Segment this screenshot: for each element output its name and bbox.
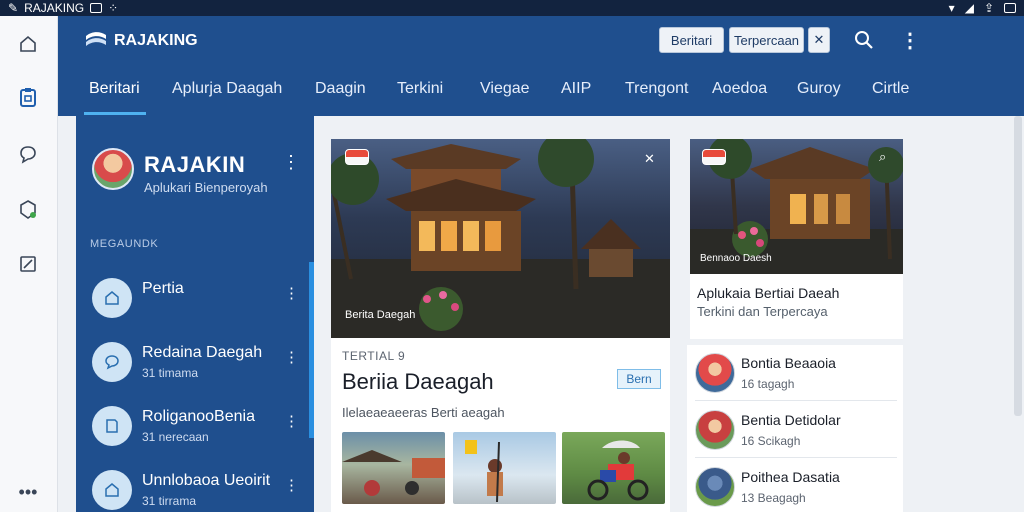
more-icon[interactable]: ••• bbox=[14, 478, 42, 506]
list-item[interactable]: Poithea Dasatia 13 Beagagh bbox=[695, 461, 897, 512]
sidebar-item-meta: 31 nerecaan bbox=[142, 430, 209, 444]
bookmark-button[interactable]: ✕ bbox=[808, 27, 830, 53]
avatar[interactable] bbox=[92, 148, 134, 190]
item-more-icon[interactable]: ⋮ bbox=[284, 284, 299, 302]
tab-terkini[interactable]: Terkini bbox=[397, 80, 443, 98]
sidebar-item-meta: 31 tirrama bbox=[142, 494, 197, 508]
sidebar-item-meta: 31 timama bbox=[142, 366, 199, 380]
side-card-subtitle: Terkini dan Terpercaya bbox=[697, 304, 828, 319]
sidebar-item-title: Unnlobaoa Ueoirit bbox=[142, 472, 271, 489]
side-hero-caption: Bennaoo Daesh bbox=[700, 253, 772, 264]
signal-icon: ◢ bbox=[964, 1, 974, 15]
berita-button[interactable]: Beritari bbox=[659, 27, 724, 53]
tab-aplurja-daagah[interactable]: Aplurja Daagah bbox=[172, 80, 282, 98]
search-small-icon[interactable]: ⌕ bbox=[879, 149, 886, 165]
sidebar-item-title: RoliganooBenia bbox=[142, 408, 255, 425]
notification-icon bbox=[90, 3, 103, 13]
sidebar-title: RAJAKIN bbox=[144, 152, 246, 177]
app-glyph-icon: ✎ bbox=[8, 1, 19, 15]
list-item-photo bbox=[695, 410, 735, 450]
sidebar-scrollbar[interactable] bbox=[309, 262, 314, 438]
nav-rail: ••• bbox=[0, 16, 58, 512]
status-bar: ✎ RAJAKING ⁘ ▾ ◢ ⇪ bbox=[0, 0, 1024, 16]
home-outline-icon bbox=[92, 278, 132, 318]
tab-cirtle[interactable]: Cirtle bbox=[872, 80, 909, 98]
sidebar-item-redaina[interactable]: Redaina Daegah 31 timama ⋮ bbox=[92, 342, 302, 386]
news-list: Bontia Beaaoia 16 tagagh Bentia Detidola… bbox=[687, 345, 903, 512]
list-item-title: Bentia Detidolar bbox=[741, 412, 841, 428]
tab-guroy[interactable]: Guroy bbox=[797, 80, 841, 98]
sidebar-item-unnlobaoa[interactable]: Unnlobaoa Ueoirit 31 tirrama ⋮ bbox=[92, 470, 302, 512]
terpercaya-button[interactable]: Terpercaan bbox=[729, 27, 804, 53]
thumbnail-image[interactable] bbox=[453, 432, 556, 504]
list-item-photo bbox=[695, 353, 735, 393]
list-item-title: Poithea Dasatia bbox=[741, 469, 840, 485]
flag-icon bbox=[702, 149, 726, 165]
brand-logo-icon bbox=[86, 32, 106, 46]
tab-aiip[interactable]: AIIP bbox=[561, 80, 591, 98]
chat-icon[interactable] bbox=[14, 140, 42, 168]
chat-outline-icon bbox=[92, 342, 132, 382]
sidebar-more-icon[interactable]: ⋮ bbox=[282, 152, 300, 173]
list-item[interactable]: Bontia Beaaoia 16 tagagh bbox=[695, 347, 897, 401]
sidebar-item-religi[interactable]: RoliganooBenia 31 nerecaan ⋮ bbox=[92, 406, 302, 450]
sidebar-panel: RAJAKIN Aplukari Bienperoyah ⋮ MEGAUNDK … bbox=[76, 116, 314, 512]
list-item-meta: 16 tagagh bbox=[741, 377, 795, 391]
article-tag: TERTIAL 9 bbox=[342, 349, 406, 363]
sidebar-item-pertia[interactable]: Pertia ⋮ bbox=[92, 278, 302, 322]
thumbnail-image[interactable] bbox=[342, 432, 445, 504]
tab-bar: Beritari Aplurja Daagah Daagin Terkini V… bbox=[58, 72, 1024, 116]
share-icon[interactable]: ✕ bbox=[644, 151, 655, 167]
tab-trengont[interactable]: Trengont bbox=[625, 80, 688, 98]
hero-caption: Berita Daegah bbox=[345, 309, 416, 321]
edit-box-icon[interactable] bbox=[14, 250, 42, 278]
list-item[interactable]: Bentia Detidolar 16 Scikagh bbox=[695, 404, 897, 458]
tab-beritari[interactable]: Beritari bbox=[89, 80, 140, 98]
brand[interactable]: RAJAKING bbox=[84, 30, 198, 52]
item-more-icon[interactable]: ⋮ bbox=[284, 348, 299, 366]
home-icon[interactable] bbox=[14, 30, 42, 58]
list-item-meta: 13 Beagagh bbox=[741, 491, 806, 505]
divider bbox=[695, 400, 897, 401]
upload-icon: ⇪ bbox=[983, 1, 994, 15]
hero-image[interactable]: ✕ Berita Daegah bbox=[331, 139, 670, 338]
page-scrollbar[interactable] bbox=[1014, 116, 1022, 416]
list-item-meta: 16 Scikagh bbox=[741, 434, 801, 448]
home-outline-icon bbox=[92, 470, 132, 510]
kebab-menu-icon[interactable]: ⋮ bbox=[900, 28, 920, 53]
status-app-name: RAJAKING bbox=[24, 1, 85, 15]
clipboard-icon[interactable] bbox=[14, 83, 42, 111]
flag-icon bbox=[345, 149, 369, 165]
brand-name: RAJAKING bbox=[114, 32, 198, 49]
sidebar-item-title: Pertia bbox=[142, 280, 184, 297]
badge-icon[interactable] bbox=[14, 196, 42, 224]
tab-aoedoa[interactable]: Aoedoa bbox=[712, 80, 767, 98]
sidebar-item-title: Redaina Daegah bbox=[142, 344, 263, 361]
article-title[interactable]: Beriia Daeagah bbox=[342, 369, 494, 395]
thumbnail-image[interactable] bbox=[562, 432, 665, 504]
settings-small-icon: ⁘ bbox=[108, 1, 119, 15]
tab-daagin[interactable]: Daagin bbox=[315, 80, 366, 98]
side-news-card[interactable]: ⌕ Bennaoo Daesh Aplukaia Bertiai Daeah T… bbox=[690, 139, 903, 339]
wifi-icon: ▾ bbox=[948, 1, 955, 15]
side-hero-image[interactable]: ⌕ Bennaoo Daesh bbox=[690, 139, 903, 274]
list-item-photo bbox=[695, 467, 735, 507]
bookmark-icon: ✕ bbox=[813, 32, 825, 47]
side-card-title[interactable]: Aplukaia Bertiai Daeah bbox=[697, 285, 839, 301]
main-news-card[interactable]: ✕ Berita Daegah TERTIAL 9 Beriia Daeagah… bbox=[331, 139, 670, 512]
app-bar: RAJAKING Beritari Terpercaan ✕ ⋮ Beritar… bbox=[58, 16, 1024, 116]
sidebar-section-label: MEGAUNDK bbox=[90, 238, 159, 250]
item-more-icon[interactable]: ⋮ bbox=[284, 476, 299, 494]
tab-viegae[interactable]: Viegae bbox=[480, 80, 530, 98]
article-badge[interactable]: Bern bbox=[617, 369, 661, 389]
active-tab-indicator bbox=[84, 112, 146, 115]
list-item-title: Bontia Beaaoia bbox=[741, 355, 836, 371]
article-subtitle: Ilelaeaeaeeras Berti aeagah bbox=[342, 405, 505, 420]
battery-icon bbox=[1004, 3, 1016, 13]
item-more-icon[interactable]: ⋮ bbox=[284, 412, 299, 430]
sidebar-subtitle: Aplukari Bienperoyah bbox=[144, 180, 268, 195]
document-icon bbox=[92, 406, 132, 446]
divider bbox=[695, 457, 897, 458]
search-icon[interactable] bbox=[854, 30, 874, 55]
